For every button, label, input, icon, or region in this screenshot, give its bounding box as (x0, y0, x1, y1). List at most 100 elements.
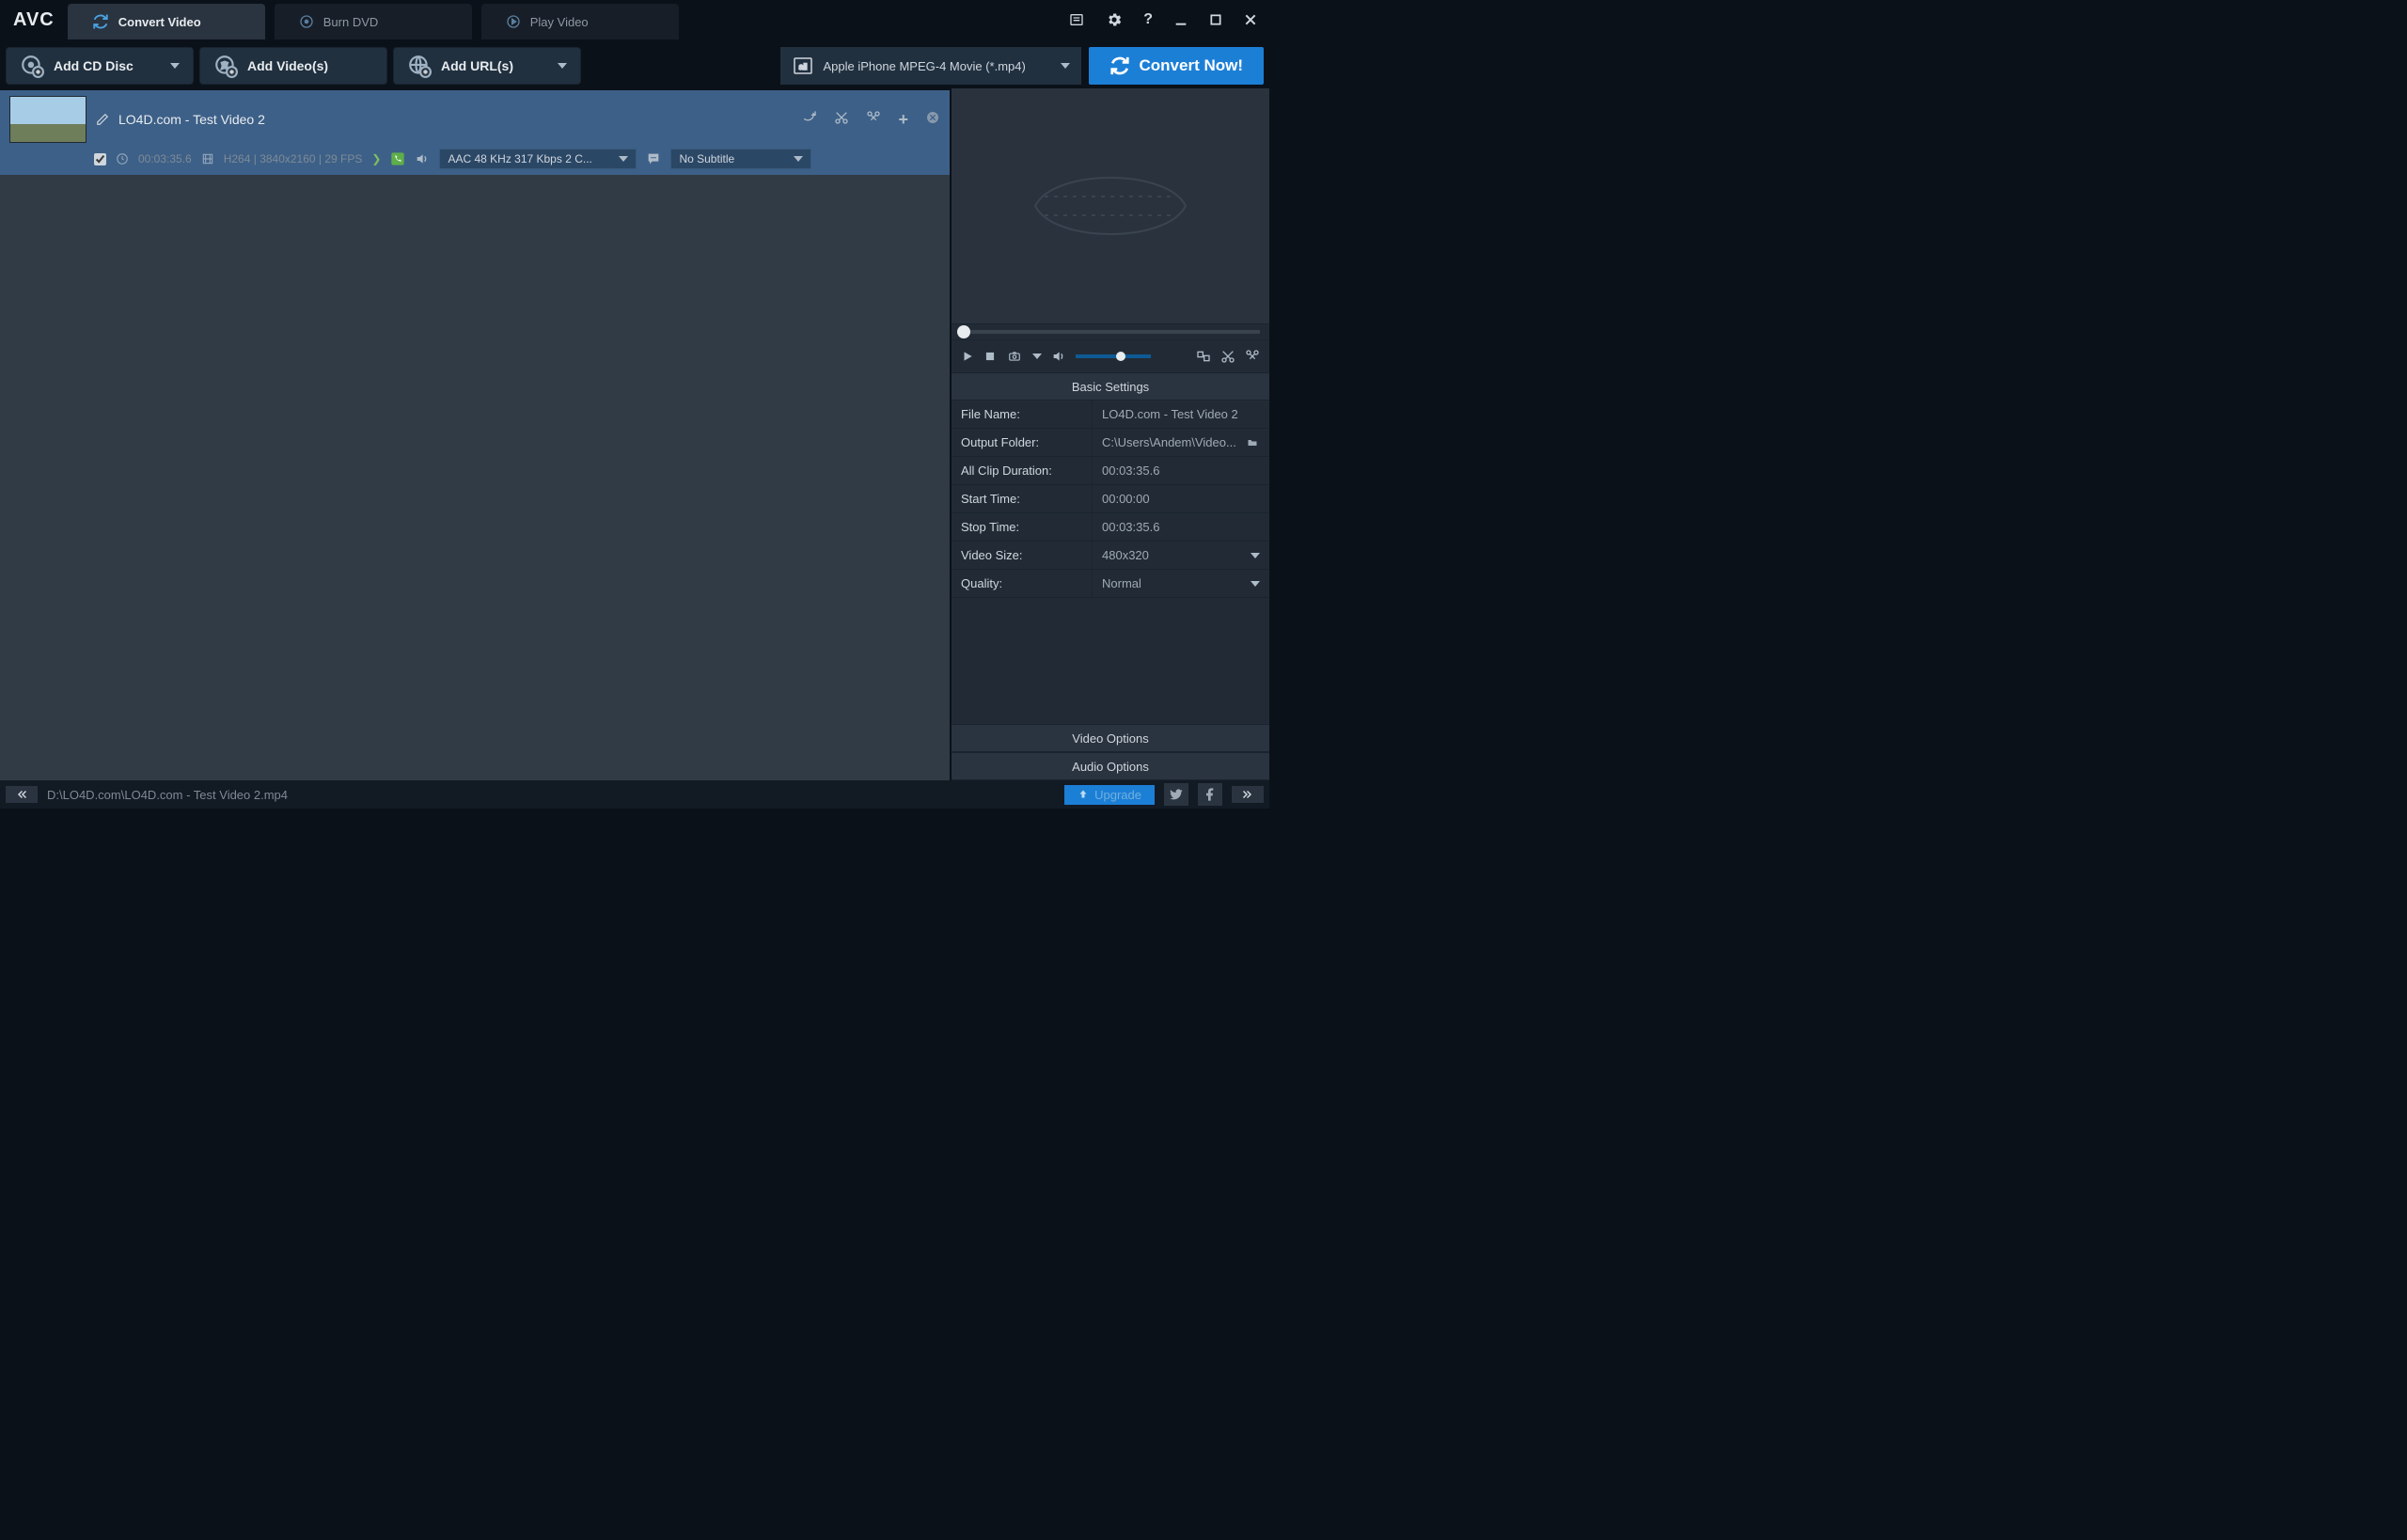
minimize-button[interactable] (1170, 8, 1192, 31)
subtitle-label: No Subtitle (679, 152, 734, 165)
button-label: Add URL(s) (441, 58, 513, 73)
setting-label: Output Folder: (952, 429, 1093, 456)
add-urls-button[interactable]: Add URL(s) (393, 47, 581, 85)
chevron-right-icon: ❯ (371, 152, 381, 165)
tab-play-video[interactable]: Play Video (481, 4, 679, 39)
add-videos-button[interactable]: Add Video(s) (199, 47, 387, 85)
setting-stop-time[interactable]: 00:03:35.6 (1093, 513, 1269, 541)
setting-quality[interactable]: Normal (1093, 570, 1269, 597)
convert-now-button[interactable]: Convert Now! (1089, 47, 1265, 85)
add-icon[interactable]: + (898, 110, 908, 130)
button-label: Add CD Disc (54, 58, 134, 73)
chevron-down-icon (1251, 581, 1260, 587)
collapse-button[interactable] (6, 786, 38, 803)
setting-label: File Name: (952, 401, 1093, 428)
audio-selector[interactable]: AAC 48 KHz 317 Kbps 2 C... (439, 149, 637, 169)
expand-button[interactable] (1232, 786, 1264, 803)
item-video-info: H264 | 3840x2160 | 29 FPS (224, 152, 363, 165)
chevron-down-icon (1251, 553, 1260, 558)
close-button[interactable] (1239, 8, 1262, 31)
subtitle-selector[interactable]: No Subtitle (670, 149, 811, 169)
play-circle-icon (506, 14, 521, 29)
chevron-down-icon (619, 156, 628, 162)
refresh-icon[interactable] (802, 110, 817, 130)
folder-icon[interactable] (1245, 437, 1260, 448)
preview-area (952, 88, 1269, 323)
loop-icon[interactable] (1196, 349, 1211, 364)
chevron-down-icon (558, 63, 567, 69)
subtitle-icon (646, 151, 661, 166)
settings-icon[interactable] (1102, 8, 1126, 32)
preview-progress[interactable] (952, 323, 1269, 340)
convert-icon (1109, 55, 1130, 76)
help-icon[interactable]: ? (1140, 8, 1156, 32)
chevron-down-icon (1061, 63, 1070, 69)
maximize-button[interactable] (1205, 9, 1226, 30)
effects-icon[interactable] (1245, 349, 1260, 364)
stop-icon[interactable] (983, 350, 997, 363)
video-thumbnail (9, 96, 87, 143)
svg-text:all: all (798, 62, 807, 71)
snapshot-icon[interactable] (1006, 350, 1023, 363)
setting-video-size[interactable]: 480x320 (1093, 542, 1269, 569)
effects-icon[interactable] (866, 110, 881, 130)
phone-icon (390, 151, 405, 166)
output-profile-selector[interactable]: all Apple iPhone MPEG-4 Movie (*.mp4) (780, 47, 1081, 85)
globe-add-icon (407, 54, 432, 78)
facebook-icon[interactable] (1198, 783, 1222, 806)
upgrade-button[interactable]: Upgrade (1064, 785, 1155, 805)
setting-label: Stop Time: (952, 513, 1093, 541)
setting-file-name[interactable]: LO4D.com - Test Video 2 (1093, 401, 1269, 428)
chevron-down-icon[interactable] (1032, 354, 1042, 359)
tab-burn-dvd[interactable]: Burn DVD (275, 4, 472, 39)
cut-icon[interactable] (1220, 349, 1235, 364)
setting-label: Start Time: (952, 485, 1093, 512)
remove-icon[interactable] (925, 110, 940, 130)
play-icon[interactable] (961, 350, 974, 363)
tab-label: Convert Video (118, 15, 201, 29)
setting-label: Quality: (952, 570, 1093, 597)
setting-all-clip-duration: 00:03:35.6 (1093, 457, 1269, 484)
disc-icon (299, 14, 314, 29)
film-icon (201, 152, 214, 165)
disc-add-icon (20, 54, 44, 78)
quality-value: Normal (1102, 576, 1141, 590)
chevron-down-icon (170, 63, 180, 69)
upgrade-label: Upgrade (1094, 788, 1141, 802)
volume-slider[interactable] (1076, 354, 1151, 358)
basic-settings-table: File Name: LO4D.com - Test Video 2 Outpu… (952, 401, 1269, 598)
video-list: LO4D.com - Test Video 2 + 00:03:35.6 (0, 88, 950, 780)
speaker-icon (415, 151, 430, 166)
twitter-icon[interactable] (1164, 783, 1188, 806)
video-size-value: 480x320 (1102, 548, 1149, 562)
item-checkbox[interactable] (94, 153, 106, 165)
setting-label: Video Size: (952, 542, 1093, 569)
setting-output-folder[interactable]: C:\Users\Andem\Video... (1093, 429, 1269, 456)
film-add-icon (213, 54, 238, 78)
setting-label: All Clip Duration: (952, 457, 1093, 484)
chevron-down-icon (794, 156, 803, 162)
cut-icon[interactable] (834, 110, 849, 130)
button-label: Add Video(s) (247, 58, 328, 73)
tab-convert-video[interactable]: Convert Video (68, 4, 265, 39)
edit-icon[interactable] (96, 113, 109, 126)
clock-icon (116, 152, 129, 165)
audio-label: AAC 48 KHz 317 Kbps 2 C... (448, 152, 591, 165)
volume-icon[interactable] (1051, 349, 1066, 364)
convert-icon (92, 13, 109, 30)
basic-settings-header[interactable]: Basic Settings (952, 372, 1269, 401)
menu-icon[interactable] (1064, 8, 1089, 31)
tab-label: Play Video (530, 15, 589, 29)
button-label: Convert Now! (1140, 56, 1244, 75)
profile-label: Apple iPhone MPEG-4 Movie (*.mp4) (824, 59, 1026, 73)
profile-all-icon: all (792, 55, 814, 77)
item-duration: 00:03:35.6 (138, 152, 192, 165)
video-options-header[interactable]: Video Options (952, 724, 1269, 752)
video-item[interactable]: LO4D.com - Test Video 2 + 00:03:35.6 (0, 90, 950, 175)
video-title: LO4D.com - Test Video 2 (118, 112, 793, 127)
audio-options-header[interactable]: Audio Options (952, 752, 1269, 780)
setting-start-time[interactable]: 00:00:00 (1093, 485, 1269, 512)
app-logo: AVC (0, 0, 68, 39)
add-cd-disc-button[interactable]: Add CD Disc (6, 47, 194, 85)
tab-label: Burn DVD (323, 15, 379, 29)
